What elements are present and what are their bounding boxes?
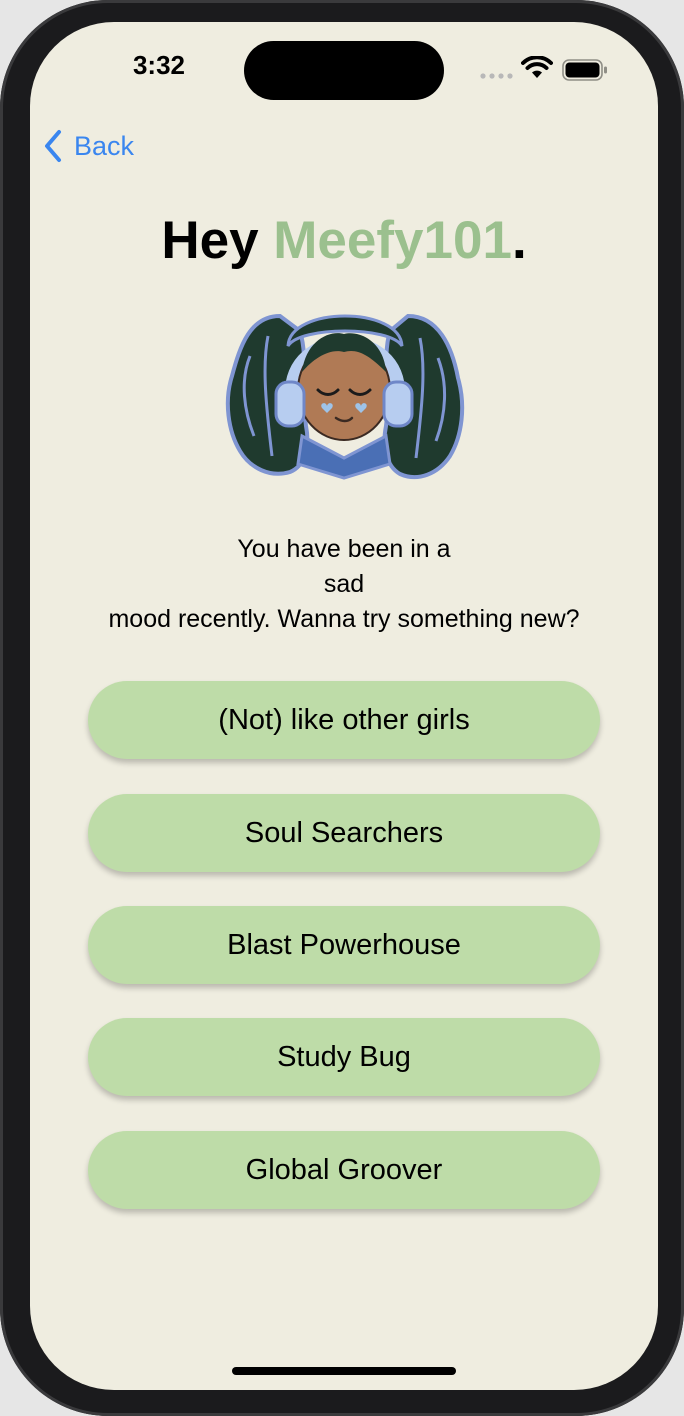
greeting-prefix: Hey — [161, 211, 274, 270]
chevron-left-icon — [45, 130, 61, 162]
mood-message: You have been in a sad mood recently. Wa… — [30, 532, 658, 637]
greeting-suffix: . — [511, 211, 527, 270]
option-button-blast-powerhouse[interactable]: Blast Powerhouse — [88, 906, 600, 984]
home-indicator[interactable] — [232, 1367, 456, 1375]
dynamic-island — [244, 41, 444, 100]
mood-value: sad — [323, 570, 365, 598]
phone-frame: 3:32 Back Hey Meefy101. You have been in… — [0, 0, 684, 1416]
option-button-study-bug[interactable]: Study Bug — [88, 1018, 600, 1096]
wifi-icon — [521, 56, 553, 78]
battery-icon — [562, 59, 607, 81]
app-screen: 3:32 Back Hey Meefy101. You have been in… — [30, 22, 658, 1390]
option-button-global-groover[interactable]: Global Groover — [88, 1131, 600, 1209]
avatar-illustration — [225, 313, 465, 480]
greeting-heading: Hey Meefy101. — [30, 210, 658, 271]
mood-message-line1: You have been in a — [237, 535, 451, 563]
cellular-signal-icon — [480, 73, 513, 79]
option-button-soul-searchers[interactable]: Soul Searchers — [88, 794, 600, 872]
option-button-not-like-other-girls[interactable]: (Not) like other girls — [88, 681, 600, 759]
status-bar-time: 3:32 — [132, 50, 186, 80]
mood-message-line3: mood recently. Wanna try something new? — [108, 605, 580, 633]
back-label: Back — [74, 130, 135, 161]
greeting-username: Meefy101 — [273, 211, 512, 270]
back-button[interactable]: Back — [42, 124, 134, 168]
